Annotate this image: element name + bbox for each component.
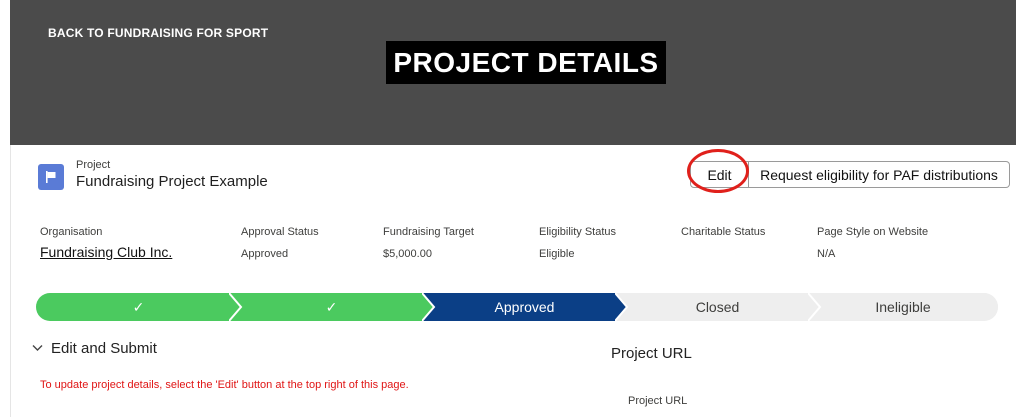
field-value: Approved bbox=[241, 248, 289, 260]
edit-button[interactable]: Edit bbox=[690, 161, 749, 188]
status-path: ✓ ✓ Approved Closed Ineligible bbox=[36, 293, 998, 321]
section-title: Edit and Submit bbox=[51, 340, 157, 357]
project-url-section-title: Project URL bbox=[611, 345, 692, 362]
field-label: Approval Status bbox=[241, 226, 319, 238]
check-icon: ✓ bbox=[325, 298, 338, 315]
check-icon: ✓ bbox=[132, 298, 145, 315]
stage-label: Approved bbox=[494, 299, 555, 315]
project-url-field-label: Project URL bbox=[628, 395, 688, 407]
field-charitable-status: Charitable Status bbox=[681, 226, 765, 248]
field-label: Charitable Status bbox=[681, 226, 766, 238]
field-value: Eligible bbox=[539, 248, 575, 260]
path-stage-approved[interactable]: Approved bbox=[422, 293, 627, 321]
path-stage-ineligible[interactable]: Ineligible bbox=[808, 293, 998, 321]
field-organisation: Organisation Fundraising Club Inc. bbox=[40, 226, 172, 262]
field-label: Fundraising Target bbox=[383, 226, 474, 238]
stage-label: Closed bbox=[695, 299, 740, 315]
field-label: Organisation bbox=[40, 226, 103, 238]
flag-icon bbox=[38, 164, 64, 190]
field-approval-status: Approval Status Approved bbox=[241, 226, 319, 260]
field-page-style: Page Style on Website N/A bbox=[817, 226, 928, 260]
path-stage-complete-1[interactable]: ✓ bbox=[36, 293, 241, 321]
record-object-type: Project bbox=[76, 159, 111, 171]
stage-label: Ineligible bbox=[875, 299, 931, 315]
path-stage-complete-2[interactable]: ✓ bbox=[229, 293, 434, 321]
edit-and-submit-section-toggle[interactable]: Edit and Submit bbox=[32, 340, 157, 357]
record-header: Project Fundraising Project Example Edit… bbox=[24, 145, 1016, 205]
page-title: PROJECT DETAILS bbox=[386, 41, 666, 84]
hero-banner: BACK TO FUNDRAISING FOR SPORT PROJECT DE… bbox=[10, 0, 1016, 145]
back-to-fundraising-link[interactable]: BACK TO FUNDRAISING FOR SPORT bbox=[48, 26, 268, 40]
request-paf-eligibility-button[interactable]: Request eligibility for PAF distribution… bbox=[749, 161, 1010, 188]
field-label: Eligibility Status bbox=[539, 226, 617, 238]
organisation-link[interactable]: Fundraising Club Inc. bbox=[40, 244, 172, 260]
field-label: Page Style on Website bbox=[817, 226, 929, 238]
edit-help-text: To update project details, select the 'E… bbox=[40, 379, 409, 391]
chevron-down-icon bbox=[32, 343, 43, 355]
path-stage-closed[interactable]: Closed bbox=[615, 293, 820, 321]
record-name: Fundraising Project Example bbox=[76, 173, 268, 190]
highlights-panel: Organisation Fundraising Club Inc. Appro… bbox=[40, 226, 1000, 272]
field-value: $5,000.00 bbox=[383, 248, 432, 260]
field-fundraising-target: Fundraising Target $5,000.00 bbox=[383, 226, 474, 260]
field-eligibility-status: Eligibility Status Eligible bbox=[539, 226, 616, 260]
field-value: N/A bbox=[817, 248, 836, 260]
